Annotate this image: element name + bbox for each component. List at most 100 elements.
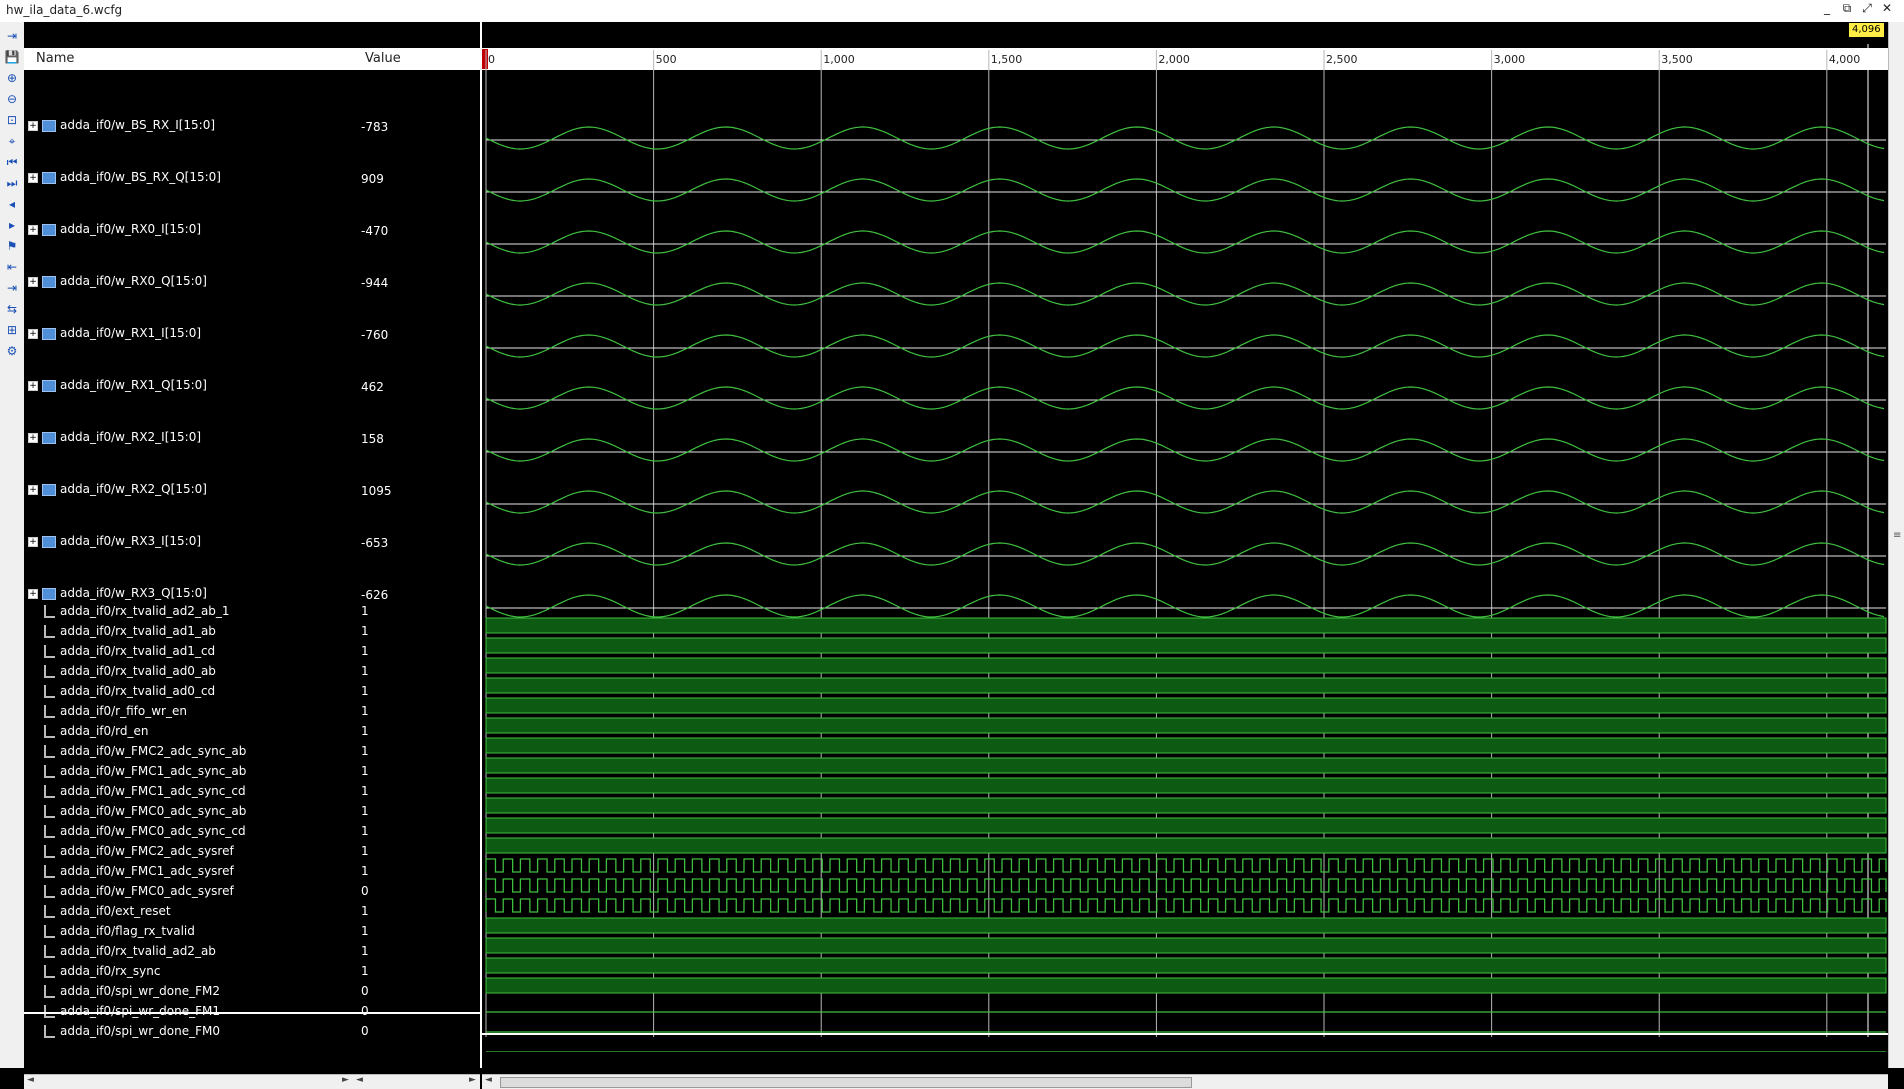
zoom-in-icon[interactable]: ⊕: [4, 70, 20, 86]
signal-row[interactable]: adda_if0/rx_tvalid_ad1_cd: [24, 644, 353, 662]
signal-row[interactable]: adda_if0/w_FMC1_adc_sysref: [24, 864, 353, 882]
signal-row[interactable]: adda_if0/spi_wr_done_FM2: [24, 984, 353, 1002]
settings-icon[interactable]: ⚙: [4, 343, 20, 359]
signal-value: -783: [361, 120, 389, 134]
expand-icon[interactable]: +: [28, 172, 38, 183]
prev-transition-icon[interactable]: ◂: [4, 196, 20, 212]
close-button[interactable]: ✕: [1878, 1, 1896, 15]
name-divider: [24, 1012, 353, 1014]
insert-marker-icon[interactable]: ⇥: [4, 28, 20, 44]
value-column-header[interactable]: Value: [353, 48, 480, 70]
expand-icon[interactable]: +: [28, 536, 38, 547]
save-icon[interactable]: 💾: [4, 49, 20, 65]
scroll-left-icon[interactable]: ◄: [27, 1075, 34, 1085]
signal-name: adda_if0/ext_reset: [60, 904, 171, 918]
next-marker-icon[interactable]: ⇥: [4, 280, 20, 296]
signal-row[interactable]: + adda_if0/w_RX2_Q[15:0]: [24, 482, 353, 500]
signal-row[interactable]: + adda_if0/w_RX1_I[15:0]: [24, 326, 353, 344]
signal-name: adda_if0/spi_wr_done_FM0: [60, 1024, 220, 1038]
vertical-scrollbar[interactable]: ≡: [1888, 22, 1904, 1068]
maximize-button[interactable]: ⤢: [1858, 1, 1876, 16]
signal-value: 0: [361, 884, 369, 898]
tick-label: 4,000: [1829, 53, 1861, 66]
zoom-cursor-icon[interactable]: ⌖: [4, 133, 20, 149]
zoom-fit-icon[interactable]: ⊡: [4, 112, 20, 128]
signal-row[interactable]: adda_if0/flag_rx_tvalid: [24, 924, 353, 942]
signal-row[interactable]: adda_if0/w_FMC1_adc_sync_ab: [24, 764, 353, 782]
signal-value: 1: [361, 844, 369, 858]
signal-row[interactable]: adda_if0/rx_tvalid_ad2_ab: [24, 944, 353, 962]
minimize-button[interactable]: _: [1818, 1, 1836, 15]
signal-value: -470: [361, 224, 389, 238]
signal-row[interactable]: adda_if0/rd_en: [24, 724, 353, 742]
expand-icon[interactable]: +: [28, 432, 38, 443]
name-hscrollbar[interactable]: ◄ ►: [24, 1074, 353, 1089]
swap-cursor-icon[interactable]: ⇆: [4, 301, 20, 317]
bus-waveform: [485, 594, 1885, 618]
signal-row[interactable]: + adda_if0/w_RX3_Q[15:0]: [24, 586, 353, 604]
signal-row[interactable]: adda_if0/w_FMC0_adc_sync_cd: [24, 824, 353, 842]
bit-high-waveform: [485, 817, 1887, 834]
expand-icon[interactable]: +: [28, 484, 38, 495]
next-transition-icon[interactable]: ▸: [4, 217, 20, 233]
signal-row[interactable]: + adda_if0/w_RX1_Q[15:0]: [24, 378, 353, 396]
signal-row[interactable]: adda_if0/ext_reset: [24, 904, 353, 922]
signal-row[interactable]: + adda_if0/w_RX0_Q[15:0]: [24, 274, 353, 292]
signal-row[interactable]: + adda_if0/w_RX2_I[15:0]: [24, 430, 353, 448]
signal-row[interactable]: adda_if0/w_FMC0_adc_sysref: [24, 884, 353, 902]
scroll-grip-icon[interactable]: ≡: [1893, 530, 1901, 541]
signal-name: adda_if0/w_RX3_Q[15:0]: [60, 586, 207, 600]
signal-name: adda_if0/w_RX1_Q[15:0]: [60, 378, 207, 392]
signal-value: 1: [361, 724, 369, 738]
restore-button[interactable]: ⧉: [1838, 1, 1856, 16]
signal-row[interactable]: + adda_if0/w_RX0_I[15:0]: [24, 222, 353, 240]
bit-high-waveform: [485, 697, 1887, 714]
scroll-left-icon[interactable]: ◄: [485, 1075, 492, 1085]
add-marker-icon[interactable]: ⚑: [4, 238, 20, 254]
scroll-right-icon[interactable]: ►: [342, 1075, 349, 1085]
signal-row[interactable]: + adda_if0/w_BS_RX_I[15:0]: [24, 118, 353, 136]
value-hscrollbar[interactable]: ◄ ►: [353, 1074, 480, 1089]
wave-hscrollbar[interactable]: ◄: [482, 1074, 1888, 1089]
signal-row[interactable]: adda_if0/rx_sync: [24, 964, 353, 982]
signal-row[interactable]: + adda_if0/w_BS_RX_Q[15:0]: [24, 170, 353, 188]
signal-name: adda_if0/w_FMC2_adc_sysref: [60, 844, 234, 858]
go-start-icon[interactable]: ⏮: [4, 154, 20, 170]
signal-row[interactable]: adda_if0/rx_tvalid_ad1_ab: [24, 624, 353, 642]
waveform-canvas[interactable]: 0 500 1,000 1,500 2,000 2,500 3,000 3,500 4,000: [482, 22, 1888, 1052]
signal-row[interactable]: adda_if0/w_FMC1_adc_sync_cd: [24, 784, 353, 802]
name-panel: Name + adda_if0/w_BS_RX_I[15:0] + adda_if0/…: [24, 22, 353, 1089]
signal-row[interactable]: adda_if0/rx_tvalid_ad2_ab_1: [24, 604, 353, 622]
go-end-icon[interactable]: ⏭: [4, 175, 20, 191]
signal-row[interactable]: adda_if0/w_FMC2_adc_sysref: [24, 844, 353, 862]
expand-icon[interactable]: +: [28, 588, 38, 599]
prev-marker-icon[interactable]: ⇤: [4, 259, 20, 275]
expand-icon[interactable]: +: [28, 224, 38, 235]
scroll-thumb[interactable]: [500, 1077, 1192, 1088]
signal-row[interactable]: adda_if0/w_FMC2_adc_sync_ab: [24, 744, 353, 762]
scroll-left-icon[interactable]: ◄: [356, 1075, 363, 1085]
signal-row[interactable]: + adda_if0/w_RX3_I[15:0]: [24, 534, 353, 552]
signal-row[interactable]: adda_if0/spi_wr_done_FM0: [24, 1024, 353, 1042]
window-title: hw_ila_data_6.wcfg: [6, 3, 123, 17]
snap-icon[interactable]: ⊞: [4, 322, 20, 338]
signal-name: adda_if0/w_FMC2_adc_sync_ab: [60, 744, 247, 758]
expand-icon[interactable]: +: [28, 120, 38, 131]
zoom-out-icon[interactable]: ⊖: [4, 91, 20, 107]
expand-icon[interactable]: +: [28, 276, 38, 287]
signal-name: adda_if0/w_RX1_I[15:0]: [60, 326, 202, 340]
signal-name: adda_if0/w_BS_RX_I[15:0]: [60, 118, 216, 132]
tick-label: 500: [656, 53, 677, 66]
signal-value: 1095: [361, 484, 392, 498]
expand-icon[interactable]: +: [28, 328, 38, 339]
signal-row[interactable]: adda_if0/r_fifo_wr_en: [24, 704, 353, 722]
scroll-right-icon[interactable]: ►: [469, 1075, 476, 1085]
signal-row[interactable]: adda_if0/w_FMC0_adc_sync_ab: [24, 804, 353, 822]
waveform-panel[interactable]: 0 500 1,000 1,500 2,000 2,500 3,000 3,500 4,000 …: [482, 22, 1888, 1089]
bus-signal-icon: [42, 171, 56, 184]
expand-icon[interactable]: +: [28, 380, 38, 391]
signal-row[interactable]: adda_if0/rx_tvalid_ad0_ab: [24, 664, 353, 682]
name-column-header[interactable]: Name: [24, 48, 353, 70]
signal-row[interactable]: adda_if0/rx_tvalid_ad0_cd: [24, 684, 353, 702]
bit-high-waveform: [485, 717, 1887, 734]
